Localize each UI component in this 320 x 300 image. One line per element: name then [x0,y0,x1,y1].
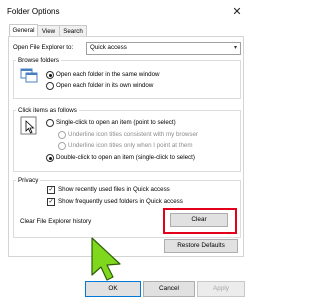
same-window-label: Open each folder in the same window [56,71,160,78]
chevron-down-icon: ▾ [233,45,237,51]
folder-options-window: Folder Options ✕ General View Search Ope… [0,0,251,300]
frequent-folders-label: Show frequently used folders in Quick ac… [58,198,183,205]
restore-defaults-button[interactable]: Restore Defaults [164,239,238,253]
open-explorer-value: Quick access [90,44,127,51]
privacy-title: Privacy [16,177,41,184]
radio-underline-browser[interactable] [58,131,66,139]
single-click-label: Single-click to open an item (point to s… [56,119,176,126]
clear-history-label: Clear File Explorer history [20,218,92,225]
pointer-icon [20,116,39,136]
radio-own-window[interactable] [46,82,54,90]
open-explorer-label: Open File Explorer to: [13,44,74,51]
recent-files-checkbox[interactable]: ✓ [47,186,55,194]
radio-same-window[interactable] [46,71,54,79]
browse-folders-group [13,60,241,99]
folder-window-icon [20,67,39,83]
ok-button[interactable]: OK [85,281,141,297]
cursor-arrow-icon [90,236,124,282]
apply-button[interactable]: Apply [197,281,245,297]
cancel-button[interactable]: Cancel [143,281,195,297]
close-icon[interactable]: ✕ [229,4,245,20]
frequent-folders-checkbox[interactable]: ✓ [47,198,55,206]
open-explorer-select[interactable]: Quick access ▾ [86,42,241,55]
click-items-title: Click items as follows [16,107,79,114]
clear-button[interactable]: Clear [170,213,228,227]
own-window-label: Open each folder in its own window [56,82,154,89]
radio-double-click[interactable] [46,154,54,162]
underline-browser-label: Underline icon titles consistent with my… [68,131,198,138]
window-title: Folder Options [7,7,60,16]
double-click-label: Double-click to open an item (single-cli… [56,154,195,161]
radio-single-click[interactable] [46,119,54,127]
underline-point-label: Underline icon titles only when I point … [68,142,193,149]
radio-underline-point[interactable] [58,142,66,150]
recent-files-label: Show recently used files in Quick access [58,186,170,193]
browse-folders-title: Browse folders [16,57,61,64]
